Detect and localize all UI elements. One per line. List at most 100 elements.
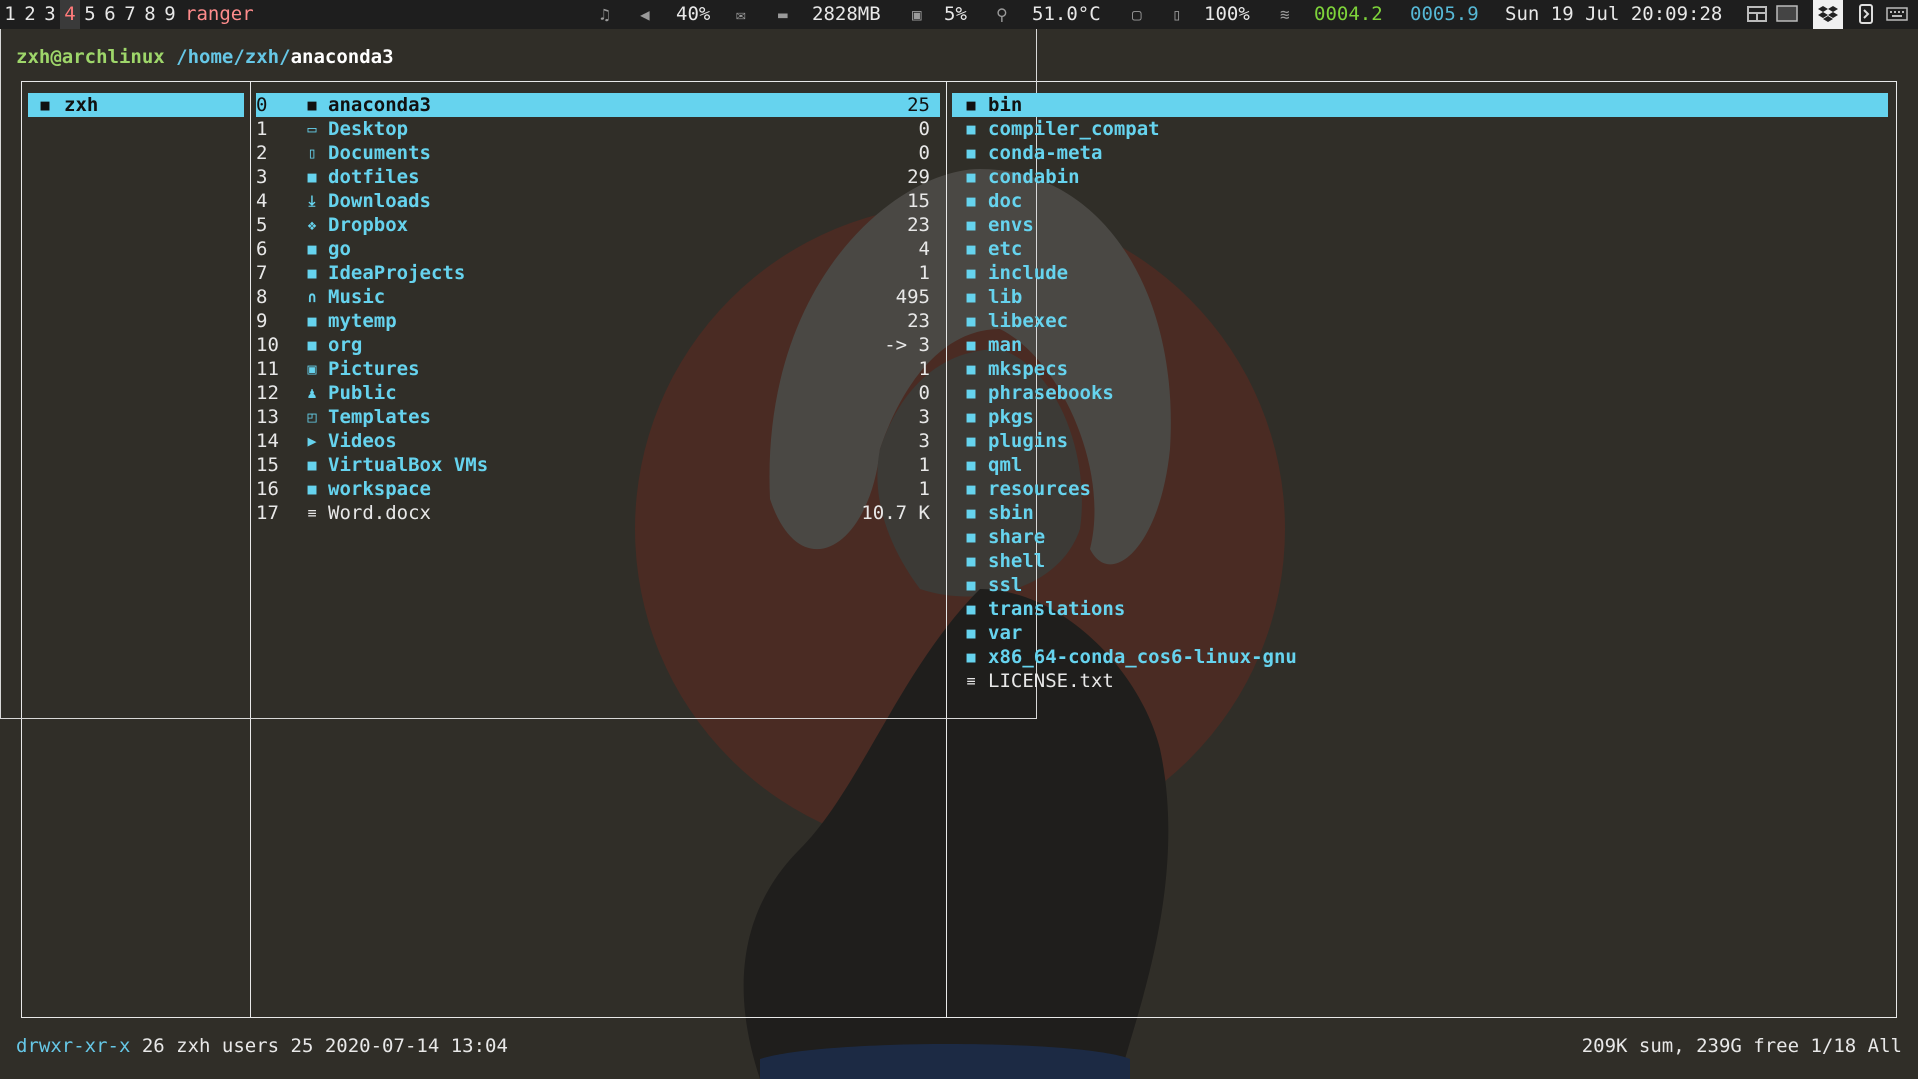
folder-icon: ■ [966,336,976,354]
memory-usage: 2828MB [812,3,881,25]
list-item[interactable]: ■ doc [952,189,1888,213]
dropbox-icon: ❖ [307,216,317,234]
item-name: IdeaProjects [328,262,466,284]
workspace-8[interactable]: 8 [140,0,160,29]
permissions: drwxr-xr-x [16,1035,131,1057]
workspace-5[interactable]: 5 [80,0,100,29]
list-item[interactable]: 12 ♟ Public 0 [256,381,940,405]
list-item[interactable]: 2 ▯ Documents 0 [256,141,940,165]
item-count: 29 [907,166,930,188]
list-item[interactable]: ≡ LICENSE.txt [952,669,1888,693]
list-item[interactable]: 9 ■ mytemp 23 [256,309,940,333]
wifi-icon[interactable]: ≋ [1280,0,1290,29]
parent-column: ■ zxh [28,93,244,117]
item-name: Videos [328,430,397,452]
list-item[interactable]: ■ pkgs [952,405,1888,429]
list-item[interactable]: 6 ■ go 4 [256,237,940,261]
item-name: Desktop [328,118,409,140]
workspace-1[interactable]: 1 [0,0,20,29]
item-index: 10 [256,334,279,356]
document-icon: ▯ [307,144,317,162]
workspace-6[interactable]: 6 [100,0,120,29]
list-item[interactable]: ■ shell [952,549,1888,573]
mail-icon[interactable]: ✉ [736,0,746,29]
list-item[interactable]: 17 ≡ Word.docx 10.7 K [256,501,940,525]
picture-icon: ▣ [307,360,317,378]
list-item[interactable]: 0 ■ anaconda3 25 [256,93,940,117]
list-item[interactable]: ■ translations [952,597,1888,621]
list-item[interactable]: ■ zxh [28,93,244,117]
folder-icon: ■ [966,576,976,594]
list-item[interactable]: ■ phrasebooks [952,381,1888,405]
list-item[interactable]: ■ resources [952,477,1888,501]
item-name: condabin [988,166,1080,188]
list-item[interactable]: 1 ▭ Desktop 0 [256,117,940,141]
item-name: ssl [988,574,1023,596]
folder-icon: ■ [966,240,976,258]
window-title: ranger [185,3,254,25]
music-note-icon[interactable]: ♫ [600,0,610,29]
list-item[interactable]: ■ envs [952,213,1888,237]
cpu-icon: ▣ [912,5,922,24]
item-index: 11 [256,358,279,380]
list-item[interactable]: 13 ◰ Templates 3 [256,405,940,429]
item-name: phrasebooks [988,382,1114,404]
list-item[interactable]: 5 ❖ Dropbox 23 [256,213,940,237]
list-item[interactable]: 14 ▶ Videos 3 [256,429,940,453]
kde-connect-icon[interactable] [1855,3,1877,25]
list-item[interactable]: ■ etc [952,237,1888,261]
workspace-3[interactable]: 3 [40,0,60,29]
list-item[interactable]: 11 ▣ Pictures 1 [256,357,940,381]
list-item[interactable]: ■ x86_64-conda_cos6-linux-gnu [952,645,1888,669]
dropbox-tray-icon[interactable] [1813,0,1843,29]
layout-icon[interactable] [1746,3,1768,25]
list-item[interactable]: 8 ∩ Music 495 [256,285,940,309]
workspace-2[interactable]: 2 [20,0,40,29]
item-name: libexec [988,310,1069,332]
item-count: 3 [918,406,930,428]
list-item[interactable]: ■ mkspecs [952,357,1888,381]
list-item[interactable]: ■ share [952,525,1888,549]
list-item[interactable]: ■ condabin [952,165,1888,189]
folder-icon: ■ [966,456,976,474]
list-item[interactable]: 7 ■ IdeaProjects 1 [256,261,940,285]
item-name: Word.docx [328,502,431,524]
folder-icon: ■ [966,144,976,162]
keyboard-icon[interactable] [1886,3,1908,25]
item-index: 15 [256,454,279,476]
workspace-7[interactable]: 7 [120,0,140,29]
list-item[interactable]: 16 ■ workspace 1 [256,477,940,501]
folder-icon: ■ [966,360,976,378]
list-item[interactable]: ■ plugins [952,429,1888,453]
screen-icon[interactable] [1776,3,1798,25]
list-item[interactable]: ■ include [952,261,1888,285]
item-index: 1 [256,118,268,140]
list-item[interactable]: 15 ■ VirtualBox VMs 1 [256,453,940,477]
list-item[interactable]: ■ qml [952,453,1888,477]
status-line: drwxr-xr-x 26 zxh users 25 2020-07-14 13… [16,1033,1902,1059]
item-count: 10.7 K [861,502,930,524]
list-item[interactable]: ■ var [952,621,1888,645]
list-item[interactable]: ■ libexec [952,309,1888,333]
workspace-4[interactable]: 4 [60,0,80,29]
item-name: var [988,622,1023,644]
item-index: 8 [256,286,268,308]
terminal-window[interactable]: zxh@archlinux /home/zxh/anaconda3 ■ zxh … [0,29,1918,1079]
list-item[interactable]: ■ compiler_compat [952,117,1888,141]
list-item[interactable]: 4 ⤓ Downloads 15 [256,189,940,213]
list-item[interactable]: ■ lib [952,285,1888,309]
folder-icon: ■ [966,600,976,618]
list-item[interactable]: ■ bin [952,93,1888,117]
list-item[interactable]: ■ ssl [952,573,1888,597]
item-name: Downloads [328,190,431,212]
volume-icon[interactable]: ◀ [640,0,650,29]
list-item[interactable]: ■ sbin [952,501,1888,525]
list-item[interactable]: 10 ■ org -> 3 [256,333,940,357]
folder-icon: ■ [966,192,976,210]
list-item[interactable]: 3 ■ dotfiles 29 [256,165,940,189]
folder-icon: ■ [966,168,976,186]
list-item[interactable]: ■ man [952,333,1888,357]
list-item[interactable]: ■ conda-meta [952,141,1888,165]
workspace-9[interactable]: 9 [160,0,180,29]
folder-icon: ■ [307,312,317,330]
